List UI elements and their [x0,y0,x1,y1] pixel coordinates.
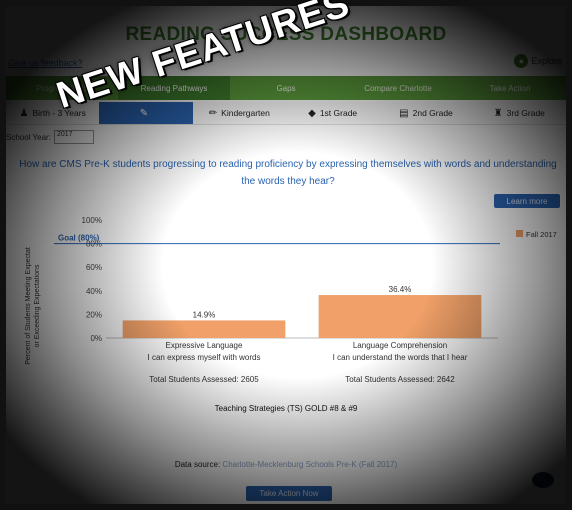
age-tab-label: 1st Grade [319,108,358,118]
data-source-label: Data source: [174,460,221,469]
age-tab-2nd-grade[interactable]: ▤ 2nd Grade [379,102,472,124]
category-total: Total Students Assessed: 2642 [345,375,455,384]
y-tick-label: 20% [86,310,102,319]
y-tick-label: 60% [86,263,102,272]
age-tab-kindergarten[interactable]: ✏ Kindergarten [193,102,286,124]
age-tab-label: 3rd Grade [506,108,545,118]
nav-tab-take-action[interactable]: Take Action [454,76,566,100]
nav-tab-gaps[interactable]: Gaps [230,76,342,100]
legend-swatch [516,230,523,237]
y-tick-label: 0% [90,334,102,343]
learn-more-button[interactable]: Learn more [494,194,560,208]
age-tab-1st-grade[interactable]: ◆ 1st Grade [286,102,379,124]
data-source: Data source: Charlotte-Mecklenburg Schoo… [6,460,566,469]
explore-label: Explore [531,56,562,66]
kindergarten-icon: ✏ [208,107,218,119]
explore-icon: ● [514,54,529,68]
y-tick-label: 40% [86,287,102,296]
take-action-button[interactable]: Take Action Now [246,486,332,501]
category-total: Total Students Assessed: 2605 [149,375,259,384]
chart-legend: Fall 2017 [516,230,557,239]
age-tab-3rd-grade[interactable]: ♜ 3rd Grade [473,102,566,124]
chart-question: How are CMS Pre-K students progressing t… [19,159,557,187]
bar-value-label: 36.4% [389,285,412,294]
bar[interactable] [318,295,482,338]
bar[interactable] [122,320,286,338]
chart-footnote: Teaching Strategies (TS) GOLD #8 & #9 [214,404,358,413]
books-icon: ▤ [399,107,409,119]
child-icon: ♟ [19,107,29,119]
age-tab-prek[interactable]: ✎ [99,102,193,124]
category-label: Expressive Language [166,341,243,350]
nav-tab-compare-charlotte[interactable]: Compare Charlotte [342,76,454,100]
age-tab-label: Kindergarten [221,108,270,118]
category-label: Language Comprehension [353,341,447,350]
chat-icon[interactable] [532,472,554,488]
category-sublabel: I can express myself with words [148,353,261,362]
school-year-filter: School Year: 2017 [6,130,94,144]
legend-label: Fall 2017 [526,230,557,239]
preschool-icon: ✎ [139,107,149,119]
data-source-link[interactable]: Charlotte-Mecklenburg Schools Pre-K (Fal… [222,460,397,469]
student-icon: ♜ [493,107,503,119]
age-tab-label: 2nd Grade [412,108,453,118]
category-sublabel: I can understand the words that I hear [333,353,468,362]
bar-chart: Percent of Students Meeting Expectat or … [25,216,557,384]
school-year-select[interactable]: 2017 [53,130,94,144]
book-icon: ◆ [308,107,316,119]
y-tick-label: 100% [82,216,102,225]
y-axis-label-line1: Percent of Students Meeting Expectat [25,247,32,365]
explore-button[interactable]: ● Explore [514,54,562,68]
bar-value-label: 14.9% [193,310,216,319]
goal-label: Goal (80%) [58,234,100,243]
school-year-label: School Year: [6,132,51,142]
y-axis-label-line2: or Exceeding Expectations [34,264,41,347]
feedback-link[interactable]: Give us feedback? [8,58,83,68]
